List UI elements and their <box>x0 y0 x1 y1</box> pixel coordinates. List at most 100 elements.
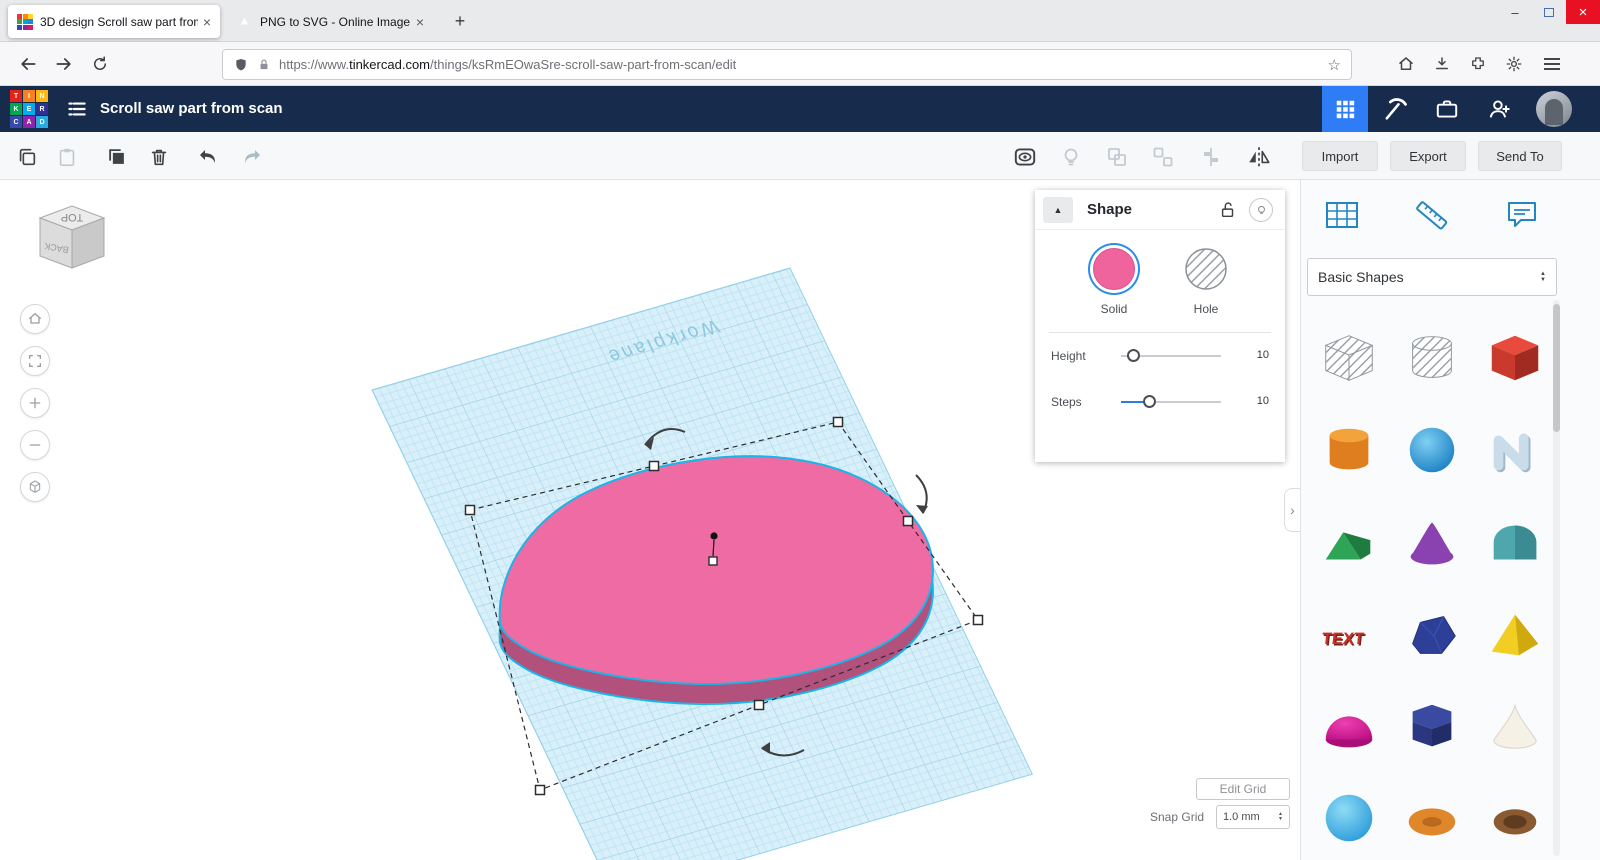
tab-close-icon[interactable]: × <box>416 14 424 30</box>
handle-corner[interactable] <box>972 614 984 626</box>
url-bar[interactable]: https://www.tinkercad.com/things/ksRmEOw… <box>222 49 1352 80</box>
view-cube[interactable]: TOP BACK <box>38 205 106 269</box>
extensions-icon[interactable] <box>1464 50 1492 78</box>
snap-grid-select[interactable]: 1.0 mm ▲ ▼ <box>1216 805 1290 829</box>
tab-close-icon[interactable]: × <box>203 14 211 30</box>
handle-corner[interactable] <box>832 416 844 428</box>
tab-tinkercad[interactable]: 3D design Scroll saw part from s × <box>8 5 220 38</box>
shape-thumb-tube-partial[interactable] <box>1473 772 1556 860</box>
shape-category-select[interactable]: Basic Shapes ▲ ▼ <box>1307 258 1557 296</box>
copy-icon[interactable] <box>14 144 40 170</box>
shape-thumb-cylinder[interactable] <box>1307 404 1390 496</box>
duplicate-icon[interactable] <box>104 144 130 170</box>
invite-person-icon[interactable] <box>1484 94 1514 124</box>
shape-thumb-sphere-partial[interactable] <box>1307 772 1390 860</box>
close-button[interactable]: × <box>1566 0 1600 24</box>
shape-thumb-hexagonal-prism[interactable] <box>1390 680 1473 772</box>
shape-thumb-pyramid[interactable] <box>1473 588 1556 680</box>
bookmark-star-icon[interactable]: ☆ <box>1328 56 1341 74</box>
minecraft-pickaxe-icon[interactable] <box>1380 94 1410 124</box>
show-all-eye-icon[interactable] <box>1012 144 1038 170</box>
ruler-tool-icon[interactable] <box>1409 192 1455 238</box>
group-icon[interactable] <box>1104 144 1130 170</box>
shape-thumb-cone[interactable] <box>1390 496 1473 588</box>
shape-thumb-box[interactable] <box>1473 312 1556 404</box>
tinkercad-favicon <box>17 13 33 30</box>
steps-slider[interactable] <box>1121 395 1221 408</box>
downloads-button[interactable] <box>1428 50 1456 78</box>
forward-button[interactable] <box>50 50 78 78</box>
height-value: 10 <box>1256 349 1269 361</box>
briefcase-icon[interactable] <box>1432 94 1462 124</box>
handle-edge[interactable] <box>753 699 765 711</box>
handle-edge[interactable] <box>902 515 914 527</box>
shape-thumb-text[interactable]: TEXT TEXT <box>1307 588 1390 680</box>
tab-png-to-svg[interactable]: PNG to SVG - Online Image Vec × <box>228 5 433 38</box>
unlock-icon[interactable] <box>1219 201 1237 219</box>
import-button[interactable]: Import <box>1302 141 1378 171</box>
handle-corner[interactable] <box>534 784 546 796</box>
sidebar-collapse-handle[interactable]: › <box>1284 488 1300 532</box>
reload-button[interactable] <box>86 50 114 78</box>
handle-edge[interactable] <box>648 460 660 472</box>
shape-thumb-polygon[interactable] <box>1390 588 1473 680</box>
minimize-button[interactable]: – <box>1498 0 1532 24</box>
paste-icon[interactable] <box>54 144 80 170</box>
shape-thumb-paraboloid[interactable] <box>1473 680 1556 772</box>
zoom-out-button[interactable] <box>20 430 50 460</box>
handle-corner[interactable] <box>464 504 476 516</box>
lightbulb-icon[interactable] <box>1058 144 1084 170</box>
3d-viewport[interactable]: Workplane TOP BACK Edit Grid Snap Grid 1… <box>0 180 1300 860</box>
shape-thumb-round-roof[interactable] <box>1473 496 1556 588</box>
tracking-shield-icon[interactable] <box>233 57 249 73</box>
send-to-button[interactable]: Send To <box>1478 141 1562 171</box>
maximize-button[interactable] <box>1532 0 1566 24</box>
shape-inspector-panel: ▲ Shape Solid Hole Height 10 Steps 10 <box>1035 190 1285 462</box>
svg-text:TEXT: TEXT <box>1320 630 1364 648</box>
solid-swatch[interactable] <box>1093 248 1135 290</box>
view-home-button[interactable] <box>20 304 50 334</box>
center-handle[interactable] <box>708 556 718 566</box>
ungroup-icon[interactable] <box>1150 144 1176 170</box>
design-title[interactable]: Scroll saw part from scan <box>100 86 283 132</box>
height-slider[interactable] <box>1121 349 1221 362</box>
shape-thumb-scribble[interactable] <box>1473 404 1556 496</box>
workplane-tool-icon[interactable] <box>1319 192 1365 238</box>
undo-icon[interactable] <box>196 144 222 170</box>
hole-option[interactable]: Hole <box>1185 248 1227 316</box>
delete-trash-icon[interactable] <box>146 144 172 170</box>
zoom-in-button[interactable] <box>20 388 50 418</box>
shape-thumb-sphere[interactable] <box>1390 404 1473 496</box>
export-button[interactable]: Export <box>1390 141 1466 171</box>
lock-icon[interactable] <box>257 58 271 72</box>
menu-hamburger-icon[interactable] <box>1538 50 1566 78</box>
align-icon[interactable] <box>1198 144 1224 170</box>
snap-grid-label: Snap Grid <box>1150 810 1205 824</box>
hole-swatch[interactable] <box>1185 248 1227 290</box>
sidebar-scrollbar[interactable] <box>1553 300 1560 856</box>
home-button[interactable] <box>1392 50 1420 78</box>
back-button[interactable] <box>14 50 42 78</box>
new-tab-button[interactable]: + <box>447 9 473 35</box>
shape-thumb-half-sphere[interactable] <box>1307 680 1390 772</box>
tinkercad-logo[interactable]: TIN KER CAD <box>10 90 48 128</box>
panel-collapse-button[interactable]: ▲ <box>1043 196 1073 223</box>
shape-thumb-torus-partial[interactable] <box>1390 772 1473 860</box>
solid-option[interactable]: Solid <box>1093 248 1135 316</box>
redo-icon[interactable] <box>238 144 264 170</box>
designs-menu-icon[interactable] <box>64 96 90 122</box>
fit-view-button[interactable] <box>20 346 50 376</box>
shape-thumb-cylinder-transparent[interactable] <box>1390 312 1473 404</box>
mirror-flip-icon[interactable] <box>1246 144 1272 170</box>
settings-gear-icon[interactable] <box>1500 50 1528 78</box>
shape-thumb-box-transparent[interactable] <box>1307 312 1390 404</box>
apps-grid-button[interactable] <box>1322 86 1368 132</box>
perspective-toggle-button[interactable] <box>20 472 50 502</box>
notes-tool-icon[interactable] <box>1499 192 1545 238</box>
shape-thumb-roof[interactable] <box>1307 496 1390 588</box>
height-handle[interactable] <box>710 532 718 540</box>
panel-lightbulb-icon[interactable] <box>1249 198 1273 222</box>
user-avatar[interactable] <box>1536 91 1572 127</box>
edit-grid-button[interactable]: Edit Grid <box>1196 778 1290 800</box>
scrollbar-thumb[interactable] <box>1553 304 1560 432</box>
